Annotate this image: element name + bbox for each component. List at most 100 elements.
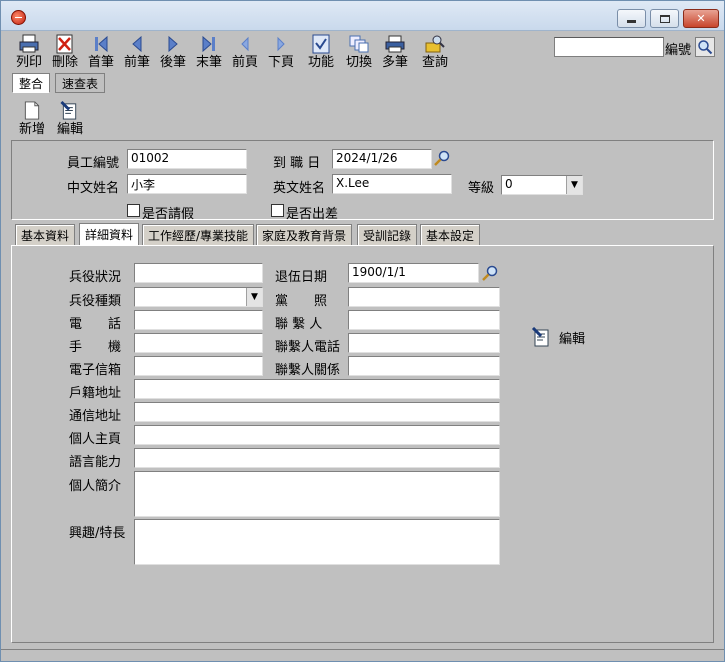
contact-input[interactable] [348,310,500,330]
window-bottom-border [1,649,724,650]
previous-record-button[interactable]: 前筆 [119,34,155,72]
tab-label: 詳細資料 [85,228,134,242]
detail-edit-label: 編輯 [559,331,586,347]
previous-page-button[interactable]: 前頁 [227,34,263,72]
function-button[interactable]: 功能 [303,34,339,72]
chevron-down-icon[interactable]: ▼ [566,176,582,194]
toolbar-label: 切換 [345,55,372,70]
emp-id-label: 員工編號 [67,156,120,171]
discharge-date-input[interactable]: 1900/1/1 [348,263,479,283]
language-label: 語言能力 [69,455,122,470]
tab-label: 速查表 [62,76,99,91]
last-record-icon [198,34,220,54]
switch-button[interactable]: 切換 [341,34,377,72]
party-input[interactable] [348,287,500,307]
toolbar-label: 多筆 [381,55,408,70]
id-search-input[interactable] [554,37,664,57]
query-button[interactable]: 查詢 [417,34,453,72]
party-label: 黨 照 [275,294,328,309]
discharge-date-lookup-icon[interactable] [481,264,499,282]
tab-quick-lookup[interactable]: 速查表 [55,73,106,93]
chevron-down-icon[interactable]: ▼ [246,288,262,306]
toolbar-label: 查詢 [421,55,448,70]
app-globe-icon [11,10,26,25]
mailing-address-label: 通信地址 [69,409,122,424]
leave-checkbox[interactable] [127,204,140,217]
en-name-input[interactable]: X.Lee [332,174,452,194]
tab-work-experience[interactable]: 工作經歷/專業技能 [142,224,255,245]
print-button[interactable]: 列印 [11,34,47,72]
minimize-button[interactable] [617,9,646,28]
bio-textarea[interactable] [134,471,500,517]
tab-training-records[interactable]: 受訓記錄 [357,224,418,245]
grade-select[interactable]: 0 ▼ [501,175,583,195]
toolbar-label: 下頁 [267,55,294,70]
delete-button[interactable]: 刪除 [47,34,83,72]
function-icon [310,34,332,54]
next-record-icon [162,34,184,54]
household-address-input[interactable] [134,379,500,399]
previous-page-icon [234,34,256,54]
toolbar-label: 後筆 [159,55,186,70]
cn-name-input[interactable]: 小李 [127,174,247,194]
edit-document-icon [531,327,549,347]
new-button[interactable]: 新增 [15,101,49,137]
next-record-button[interactable]: 後筆 [155,34,191,72]
maximize-button[interactable] [650,9,679,28]
mailing-address-input[interactable] [134,402,500,422]
multi-record-button[interactable]: 多筆 [377,34,413,72]
edit-button[interactable]: 編輯 [53,101,87,137]
previous-record-icon [126,34,148,54]
hire-date-label: 到 職 日 [273,156,321,171]
phone-input[interactable] [134,310,263,330]
first-record-button[interactable]: 首筆 [83,34,119,72]
toolbar-label: 首筆 [87,55,114,70]
tab-family-education[interactable]: 家庭及教育背景 [256,224,353,245]
next-page-button[interactable]: 下頁 [263,34,299,72]
tab-basic-info[interactable]: 基本資料 [15,224,76,245]
app-window: ✕ 列印 刪除 首筆 前筆 後筆 末筆 前頁 下頁 功能 切換 多筆 查詢 編號… [0,0,725,662]
close-button[interactable]: ✕ [683,9,719,28]
query-icon [424,34,446,54]
phone-label: 電 話 [69,317,122,332]
email-label: 電子信箱 [69,363,122,378]
id-search-button[interactable] [695,37,715,57]
contact-relation-input[interactable] [348,356,500,376]
mobile-label: 手 機 [69,340,122,355]
id-search-label: 編號 [665,43,692,58]
tab-label: 受訓記錄 [363,228,412,243]
homepage-input[interactable] [134,425,500,445]
toolbar-label: 前頁 [231,55,258,70]
hire-date-input[interactable]: 2024/1/26 [332,149,432,169]
bio-label: 個人簡介 [69,479,122,494]
mobile-input[interactable] [134,333,263,353]
email-input[interactable] [134,356,263,376]
emp-id-input[interactable]: 01002 [127,149,247,169]
military-status-label: 兵役狀況 [69,270,122,285]
hire-date-lookup-icon[interactable] [433,149,451,167]
tab-label: 整合 [19,76,44,91]
toolbar-label: 末筆 [195,55,222,70]
tab-basic-settings[interactable]: 基本設定 [420,224,481,245]
tab-integrated[interactable]: 整合 [12,73,51,93]
title-bar: ✕ [1,1,724,31]
tab-label: 基本設定 [426,228,475,243]
contact-label: 聯 繫 人 [275,317,323,332]
contact-phone-input[interactable] [348,333,500,353]
first-record-icon [90,34,112,54]
business-trip-checkbox[interactable] [271,204,284,217]
cn-name-label: 中文姓名 [67,181,120,196]
language-input[interactable] [134,448,500,468]
business-trip-label: 是否出差 [286,207,339,222]
military-type-select[interactable]: ▼ [134,287,263,307]
next-page-icon [270,34,292,54]
tab-detail-info[interactable]: 詳細資料 [79,223,140,245]
tab-label: 家庭及教育背景 [262,228,347,243]
detail-edit-button[interactable]: 編輯 [531,327,585,347]
hobbies-textarea[interactable] [134,519,500,565]
tab-label: 基本資料 [21,228,70,243]
edit-label: 編輯 [56,122,83,137]
contact-phone-label: 聯繫人電話 [275,340,341,355]
last-record-button[interactable]: 末筆 [191,34,227,72]
military-status-input[interactable] [134,263,263,283]
